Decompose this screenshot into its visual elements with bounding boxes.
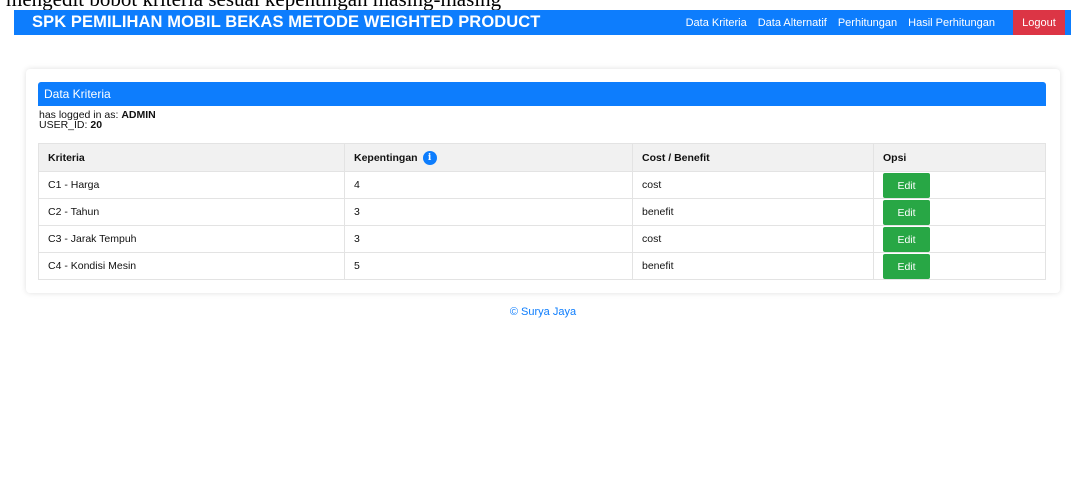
cell-cost-benefit: benefit [632,252,874,280]
userid-value: 20 [90,119,103,131]
cell-kriteria: C4 - Kondisi Mesin [38,252,345,280]
column-header-cost-benefit: Cost / Benefit [632,143,874,172]
cell-opsi: Edit [873,252,1046,280]
cell-kepentingan: 3 [344,225,633,253]
document-caption-strip: mengedit bobot kriteria sesuai kepenting… [0,0,1071,10]
cell-kriteria: C2 - Tahun [38,198,345,226]
table-header-row: Kriteria Kepentingan i Cost / Benefit Ops… [38,143,1046,172]
nav-link-hasil-perhitungan[interactable]: Hasil Perhitungan [908,17,995,29]
info-icon[interactable]: i [422,150,437,165]
nav-links: Data Kriteria Data Alternatif Perhitunga… [675,10,1071,35]
cell-cost-benefit: cost [632,225,874,253]
kriteria-table: Kriteria Kepentingan i Cost / Benefit Ops… [38,143,1046,280]
cell-cost-benefit: cost [632,171,874,199]
table-row: C1 - Harga 4 cost Edit [38,171,1046,199]
edit-button[interactable]: Edit [883,254,930,279]
cell-kriteria: C3 - Jarak Tempuh [38,225,345,253]
cell-kepentingan: 5 [344,252,633,280]
table-row: C2 - Tahun 3 benefit Edit [38,198,1046,226]
top-navbar: SPK PEMILIHAN MOBIL BEKAS METODE WEIGHTE… [14,10,1071,35]
app-brand[interactable]: SPK PEMILIHAN MOBIL BEKAS METODE WEIGHTE… [32,13,540,32]
card-title: Data Kriteria [38,82,1046,106]
userid-prefix: USER_ID: [39,119,91,131]
edit-button[interactable]: Edit [883,227,930,252]
edit-button[interactable]: Edit [883,173,930,198]
login-username: ADMIN [121,109,156,121]
user-id-line: USER_ID: 20 [39,119,156,131]
logout-button[interactable]: Logout [1013,10,1065,35]
document-caption: mengedit bobot kriteria sesuai kepenting… [6,0,501,10]
cell-kepentingan: 3 [344,198,633,226]
cell-opsi: Edit [873,198,1046,226]
kepentingan-header-label: Kepentingan [354,151,418,164]
table-row: C4 - Kondisi Mesin 5 benefit Edit [38,252,1046,280]
data-kriteria-card: Data Kriteria has logged in as: ADMIN US… [26,69,1060,293]
cell-opsi: Edit [873,225,1046,253]
column-header-kriteria: Kriteria [38,143,345,172]
login-info: has logged in as: ADMIN USER_ID: 20 [39,109,156,131]
cell-kepentingan: 4 [344,171,633,199]
nav-link-data-alternatif[interactable]: Data Alternatif [758,17,827,29]
nav-link-data-kriteria[interactable]: Data Kriteria [686,17,747,29]
column-header-kepentingan: Kepentingan i [344,143,633,172]
footer-credit: © Surya Jaya [509,306,577,318]
nav-link-perhitungan[interactable]: Perhitungan [838,17,897,29]
column-header-opsi: Opsi [873,143,1046,172]
cell-opsi: Edit [873,171,1046,199]
edit-button[interactable]: Edit [883,200,930,225]
cell-kriteria: C1 - Harga [38,171,345,199]
table-row: C3 - Jarak Tempuh 3 cost Edit [38,225,1046,253]
cell-cost-benefit: benefit [632,198,874,226]
